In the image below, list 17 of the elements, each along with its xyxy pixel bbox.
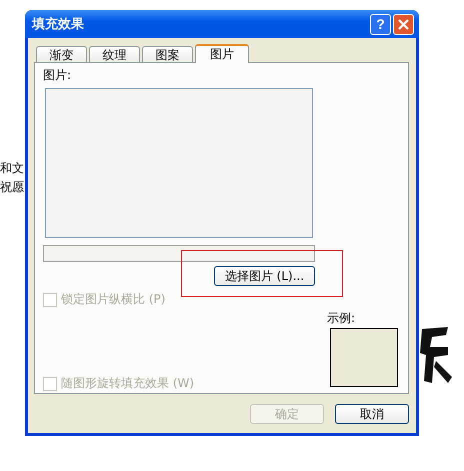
tab[interactable]: 图片 bbox=[195, 44, 249, 63]
checkbox-label: 随图形旋转填充效果 (W) bbox=[61, 375, 194, 392]
sample-label: 示例: bbox=[327, 310, 356, 327]
close-icon bbox=[398, 18, 409, 30]
close-button[interactable] bbox=[393, 14, 414, 34]
picture-label: 图片: bbox=[43, 67, 72, 84]
checkbox-label: 锁定图片纵横比 (P) bbox=[61, 291, 166, 308]
tab[interactable]: 纹理 bbox=[89, 46, 140, 63]
sample-preview bbox=[330, 328, 398, 387]
select-picture-button[interactable]: 选择图片 (L)... bbox=[214, 266, 315, 286]
help-button[interactable]: ? bbox=[370, 14, 391, 34]
tab[interactable]: 图案 bbox=[142, 46, 193, 63]
background-text: 和文 bbox=[0, 160, 24, 177]
dialog-button[interactable]: 取消 bbox=[335, 404, 409, 424]
window-title: 填充效果 bbox=[32, 16, 85, 33]
tab[interactable]: 渐变 bbox=[36, 46, 87, 63]
background-text: 祝愿 bbox=[0, 179, 24, 196]
